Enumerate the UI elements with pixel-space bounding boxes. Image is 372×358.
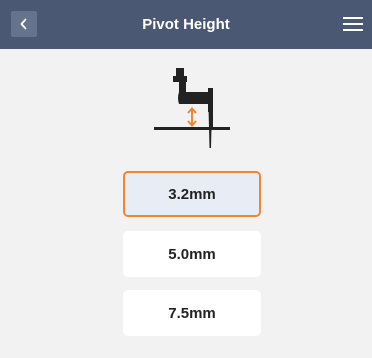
hamburger-menu-icon [342,16,364,32]
option-label: 3.2mm [168,185,216,203]
option-label: 5.0mm [168,245,216,263]
option-3-2mm[interactable]: 3.2mm [123,171,261,217]
presser-foot-pivot-height-icon [150,64,232,148]
menu-button[interactable] [342,13,364,35]
header-bar: Pivot Height [0,0,372,49]
page-title: Pivot Height [142,16,230,33]
option-label: 7.5mm [168,304,216,322]
option-7-5mm[interactable]: 7.5mm [123,290,261,336]
option-5-0mm[interactable]: 5.0mm [123,231,261,277]
